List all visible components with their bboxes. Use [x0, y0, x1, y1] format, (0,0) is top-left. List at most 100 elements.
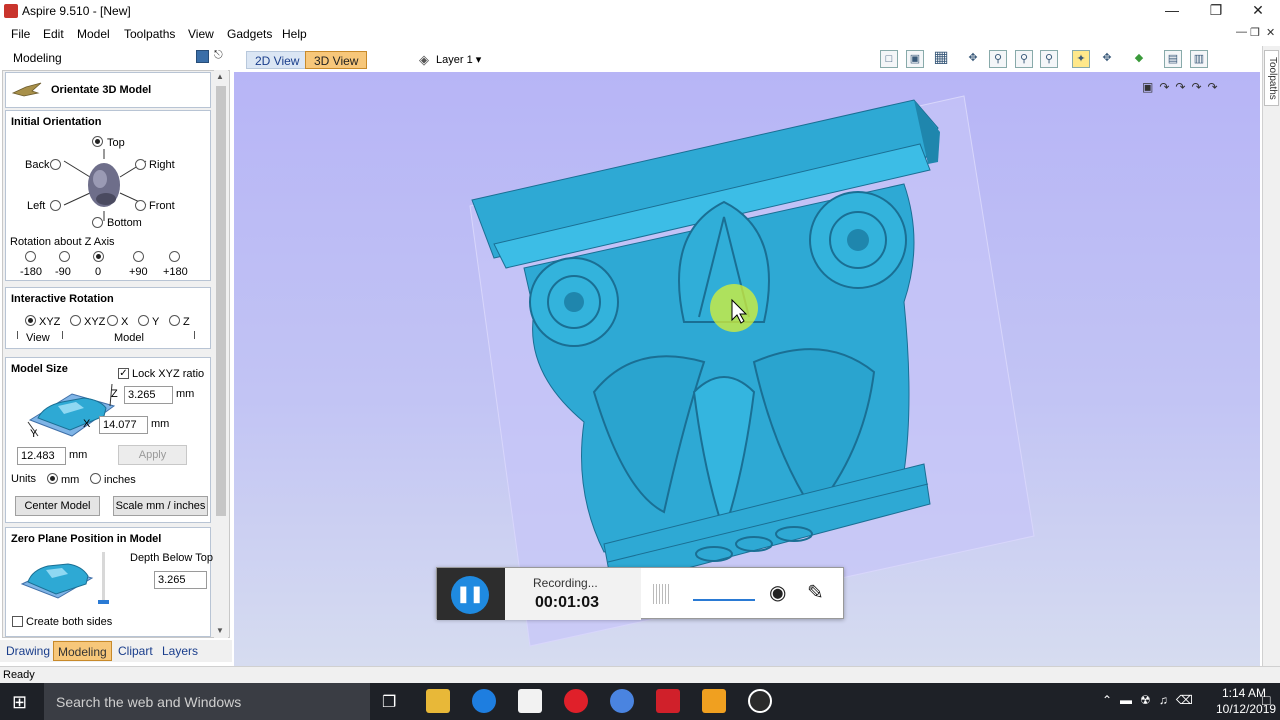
orientation-top-radio[interactable]	[92, 136, 103, 147]
scrollbar-thumb[interactable]	[216, 86, 226, 516]
rotation-minus180-radio[interactable]	[25, 251, 36, 262]
y-size-input[interactable]	[17, 447, 66, 465]
webcam-icon[interactable]: ◉	[769, 580, 786, 605]
scroll-down-icon[interactable]: ▼	[216, 626, 224, 635]
split-view-icon[interactable]: ▤	[1164, 50, 1182, 68]
layer-label: Layer 1	[436, 54, 473, 66]
layer-dropdown[interactable]: Layer 1 ▾	[436, 53, 481, 66]
orientation-bottom-radio[interactable]	[92, 217, 103, 228]
rotate-model-y-radio[interactable]	[138, 315, 149, 326]
rotate-view-xyz-radio[interactable]	[25, 315, 36, 326]
pan-icon[interactable]: ✥	[964, 50, 982, 68]
close-button[interactable]: ✕	[1236, 0, 1280, 22]
zoom-extents-icon[interactable]: ⚲	[1015, 50, 1033, 68]
chrome-icon[interactable]	[610, 689, 634, 713]
orientation-right-radio[interactable]	[135, 159, 146, 170]
tab-layers[interactable]: Layers	[158, 641, 202, 661]
y-axis-label: Y	[30, 428, 38, 440]
units-inches-radio[interactable]	[90, 473, 101, 484]
interactive-rotation-section: Interactive Rotation XYZ XYZ X Y Z View …	[5, 287, 211, 349]
drag-handle-icon[interactable]	[653, 584, 669, 604]
rotate-model-z-label: Z	[183, 316, 190, 328]
pause-button[interactable]: ❚❚	[451, 576, 489, 614]
z-size-input[interactable]	[124, 386, 173, 404]
rotate-model-z-radio[interactable]	[169, 315, 180, 326]
restore-button[interactable]: ❐	[1194, 0, 1238, 22]
panel-scrollbar[interactable]: ▲ ▼	[214, 70, 228, 638]
orientation-left-label: Left	[27, 200, 46, 212]
lock-ratio-checkbox[interactable]: ✓	[118, 368, 129, 379]
menu-toolpaths[interactable]: Toolpaths	[124, 27, 175, 41]
file-explorer-icon[interactable]	[426, 689, 450, 713]
notifications-icon[interactable]: □	[1262, 692, 1270, 708]
tab-drawing[interactable]: Drawing	[2, 641, 54, 661]
edge-icon[interactable]	[472, 689, 496, 713]
taskbar: ⊞ Search the web and Windows ❐ ⌃▬☢♫⌫ 1:1…	[0, 683, 1280, 720]
panel-dock-icon[interactable]	[196, 50, 209, 63]
system-tray-icons[interactable]: ⌃▬☢♫⌫	[1102, 693, 1201, 707]
units-mm-label: mm	[61, 474, 80, 486]
rotation-minus90-radio[interactable]	[59, 251, 70, 262]
units-inches-label: inches	[104, 474, 136, 486]
mdi-close-button[interactable]: ✕	[1266, 26, 1275, 39]
zoom-box-icon[interactable]: ⚲	[989, 50, 1007, 68]
rotation-plus90-label: +90	[129, 266, 148, 278]
create-both-sides-checkbox[interactable]	[12, 616, 23, 627]
grid-icon[interactable]: ▦	[932, 50, 950, 68]
tab-3d-view[interactable]: 3D View	[305, 51, 368, 69]
tab-2d-view[interactable]: 2D View	[246, 51, 309, 69]
snap-icon[interactable]: ✦	[1072, 50, 1090, 68]
tile-view-icon[interactable]: ▥	[1190, 50, 1208, 68]
windows-start-icon[interactable]: ⊞	[12, 692, 27, 713]
menu-gadgets[interactable]: Gadgets	[227, 27, 272, 41]
pen-icon[interactable]: ✎	[807, 580, 824, 605]
mdi-minimize-button[interactable]: —	[1236, 26, 1247, 38]
app-a-icon[interactable]	[702, 689, 726, 713]
orientation-front-radio[interactable]	[135, 200, 146, 211]
volume-slider[interactable]	[693, 599, 755, 601]
zoom-selection-icon[interactable]: ⚲	[1040, 50, 1058, 68]
rotation-plus180-radio[interactable]	[169, 251, 180, 262]
opera-icon[interactable]	[564, 689, 588, 713]
initial-orientation-title: Initial Orientation	[11, 116, 102, 128]
taskbar-search-box[interactable]: Search the web and Windows	[44, 683, 370, 720]
rotation-0-label: 0	[95, 266, 102, 278]
rotate-model-x-radio[interactable]	[107, 315, 118, 326]
depth-input[interactable]	[154, 571, 207, 589]
view-toolbar-icon[interactable]: ▣	[906, 50, 924, 68]
layout-icon[interactable]: ✥	[1098, 50, 1116, 68]
tab-clipart[interactable]: Clipart	[114, 641, 157, 661]
orientation-left-radio[interactable]	[50, 200, 61, 211]
tab-modeling[interactable]: Modeling	[53, 641, 112, 661]
render-icon[interactable]: ◆	[1130, 50, 1148, 68]
mdi-restore-button[interactable]: ❐	[1250, 26, 1260, 39]
center-model-button[interactable]: Center Model	[15, 496, 100, 516]
recorder-taskbar-icon[interactable]	[748, 689, 772, 713]
store-icon[interactable]	[518, 689, 542, 713]
menu-view[interactable]: View	[188, 27, 214, 41]
rotate-model-xyz-radio[interactable]	[70, 315, 81, 326]
apply-button[interactable]: Apply	[118, 445, 187, 465]
aspire-taskbar-icon[interactable]	[656, 689, 680, 713]
minimize-button[interactable]: —	[1150, 0, 1194, 22]
task-view-icon[interactable]: ❐	[382, 692, 396, 712]
rotation-0-radio[interactable]	[93, 251, 104, 262]
z-axis-label: Z	[111, 388, 118, 400]
view-toolbar-icon[interactable]: □	[880, 50, 898, 68]
menu-edit[interactable]: Edit	[43, 27, 64, 41]
divider	[17, 331, 18, 339]
units-mm-radio[interactable]	[47, 473, 58, 484]
menu-model[interactable]: Model	[77, 27, 110, 41]
pin-icon[interactable]: ⎋	[214, 49, 223, 62]
menu-help[interactable]: Help	[282, 27, 307, 41]
orientate-tool-icon	[12, 82, 42, 97]
scale-units-button[interactable]: Scale mm / inches	[113, 496, 208, 516]
depth-slider-handle[interactable]	[98, 600, 109, 604]
depth-slider-track[interactable]	[102, 552, 105, 602]
menu-file[interactable]: File	[11, 27, 30, 41]
orientation-back-radio[interactable]	[50, 159, 61, 170]
recording-status: Recording...	[533, 576, 598, 590]
scroll-up-icon[interactable]: ▲	[216, 72, 224, 81]
rotation-plus90-radio[interactable]	[133, 251, 144, 262]
x-size-input[interactable]	[99, 416, 148, 434]
